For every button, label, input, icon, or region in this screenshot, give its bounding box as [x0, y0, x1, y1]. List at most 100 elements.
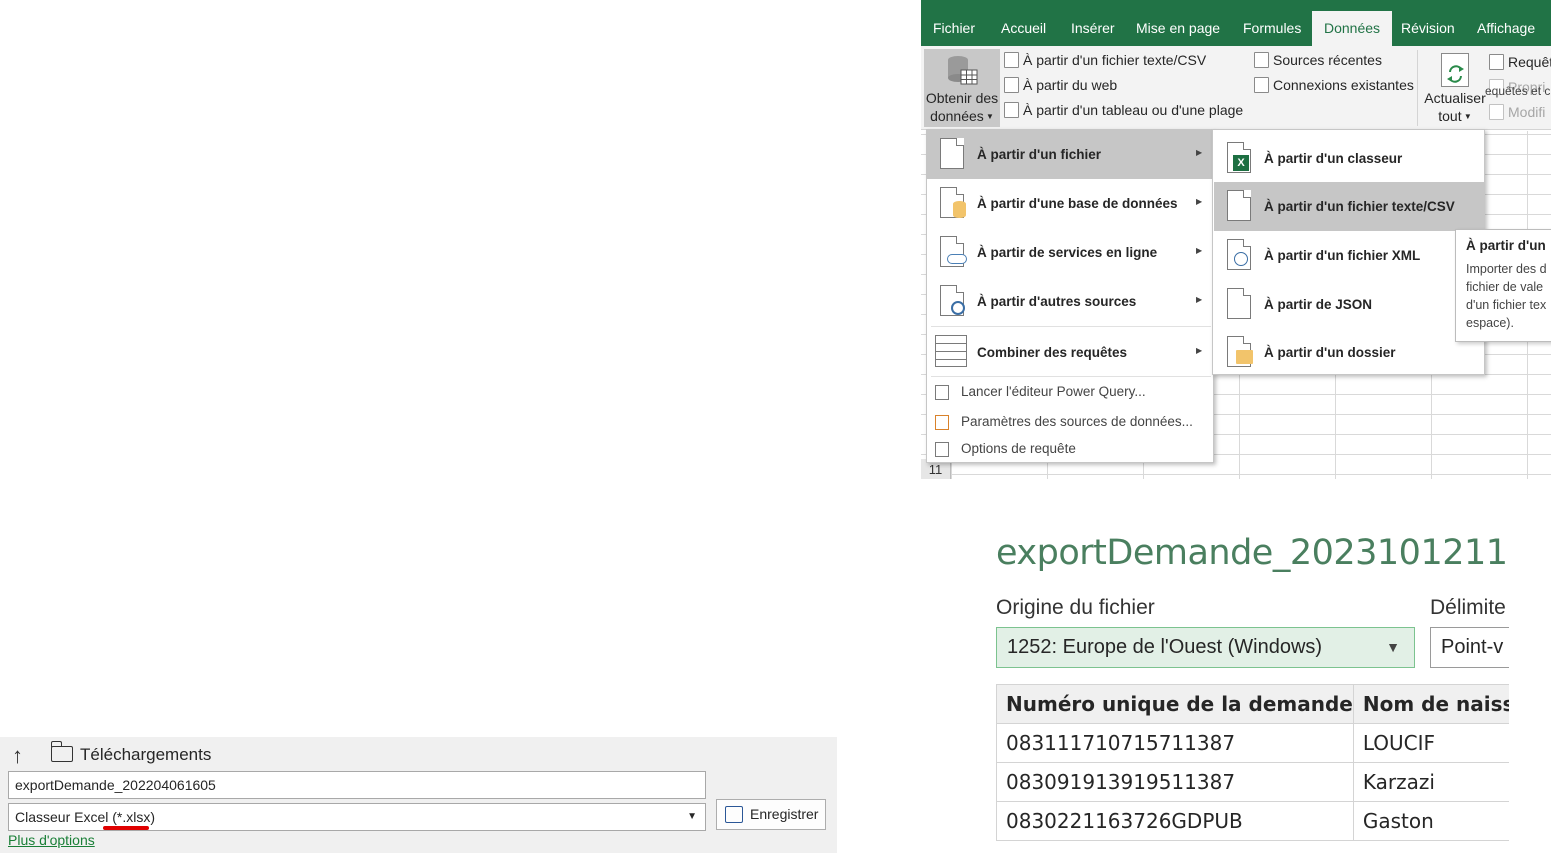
get-data-button[interactable]: Obtenir des données ▼ — [924, 49, 1000, 127]
submenu-item-from-folder[interactable]: À partir d'un dossier — [1214, 328, 1484, 377]
from-text-csv-label: À partir d'un fichier texte/CSV — [1023, 52, 1207, 68]
tab-accueil[interactable]: Accueil — [989, 0, 1058, 46]
filename-input[interactable]: exportDemande_202204061605 — [8, 771, 706, 799]
chevron-down-icon: ▼ — [687, 811, 697, 822]
menu-item-from-other-sources[interactable]: À partir d'autres sources ▶ — [927, 277, 1213, 326]
menu-item-label: À partir de services en ligne — [977, 245, 1158, 260]
web-icon — [1004, 77, 1019, 93]
tab-mise-en-page[interactable]: Mise en page — [1124, 0, 1232, 46]
delimiter-select[interactable]: Point-v — [1430, 627, 1509, 668]
submenu-item-from-workbook[interactable]: X À partir d'un classeur — [1214, 134, 1484, 183]
submenu-item-label: À partir d'un fichier XML — [1264, 248, 1421, 263]
get-data-menu: À partir d'un fichier ▶ À partir d'une b… — [926, 129, 1214, 463]
menu-item-data-source-settings[interactable]: Paramètres des sources de données... — [927, 408, 1213, 436]
connections-icon — [1254, 77, 1269, 93]
submenu-item-from-xml[interactable]: À partir d'un fichier XML — [1214, 231, 1484, 280]
save-button[interactable]: Enregistrer — [716, 799, 826, 830]
csv-file-title: exportDemande_2023101211.csv — [996, 533, 1509, 573]
tab-donnees[interactable]: Données — [1312, 11, 1393, 46]
table-cell: Gaston — [1352, 801, 1509, 841]
tab-fichier[interactable]: Fichier — [921, 0, 987, 46]
submenu-item-label: À partir d'un fichier texte/CSV — [1264, 199, 1455, 214]
tooltip-line: d'un fichier tex — [1466, 298, 1547, 312]
tooltip: À partir d'un Importer des d fichier de … — [1455, 229, 1551, 342]
recent-sources-icon — [1254, 52, 1269, 68]
tooltip-line: fichier de vale — [1466, 280, 1544, 294]
menu-item-label: À partir d'une base de données — [977, 196, 1178, 211]
filetype-label: Classeur Excel — [15, 809, 113, 825]
arrow-up-icon[interactable]: ↑ — [12, 743, 23, 769]
current-folder[interactable]: Téléchargements — [80, 745, 211, 765]
menu-item-label: À partir d'un fichier — [977, 147, 1101, 162]
filetype-select[interactable]: Classeur Excel (*.xlsx) ▼ — [8, 803, 706, 831]
folder-open-icon — [51, 741, 73, 762]
table-cell: 083091913919511387 — [996, 762, 1354, 802]
text-file-icon — [1227, 190, 1251, 221]
table-cell: 0830221163726GDPUB — [996, 801, 1354, 841]
edit-links-button[interactable]: Modifi — [1489, 101, 1545, 123]
menu-item-from-database[interactable]: À partir d'une base de données ▶ — [927, 179, 1213, 228]
red-underline-annotation — [103, 826, 149, 830]
menu-item-from-online-services[interactable]: À partir de services en ligne ▶ — [927, 228, 1213, 277]
csv-preview-table: Numéro unique de la demande Nom de naiss… — [996, 684, 1509, 841]
gear-icon — [951, 301, 965, 315]
submenu-item-label: À partir d'un dossier — [1264, 345, 1396, 360]
get-data-label-2: données — [930, 108, 984, 124]
tab-formules[interactable]: Formules — [1231, 0, 1313, 46]
folder-icon — [1236, 350, 1253, 364]
menu-item-label: À partir d'autres sources — [977, 294, 1137, 309]
tab-inserer[interactable]: Insérer — [1059, 0, 1127, 46]
chevron-right-icon: ▶ — [1196, 346, 1203, 355]
from-text-csv-button[interactable]: À partir d'un fichier texte/CSV — [1004, 49, 1206, 71]
tab-revision[interactable]: Révision — [1389, 0, 1467, 46]
globe-icon — [1234, 252, 1248, 266]
menu-item-query-options[interactable]: Options de requête — [927, 435, 1213, 463]
filetype-extension: (*.xlsx) — [112, 809, 155, 825]
table-cell: Karzazi — [1352, 762, 1509, 802]
tab-affichage[interactable]: Affichage — [1465, 0, 1547, 46]
excel-logo-icon: X — [1233, 155, 1249, 171]
recent-sources-label: Sources récentes — [1273, 52, 1382, 68]
excel-window: Fichier Accueil Insérer Mise en page For… — [921, 0, 1551, 479]
menu-item-launch-power-query-editor[interactable]: Lancer l'éditeur Power Query... — [927, 378, 1213, 406]
queries-icon — [1489, 54, 1504, 70]
more-options-link[interactable]: Plus d'options — [8, 832, 95, 848]
queries-label: Requêt — [1508, 54, 1551, 70]
combine-queries-icon — [935, 335, 967, 367]
refresh-all-button[interactable]: Actualiser tout ▼ — [1423, 49, 1487, 127]
delimiter-label: Délimite — [1430, 596, 1506, 619]
filetype-extension-text: (*.xlsx) — [112, 809, 156, 825]
menu-item-from-file[interactable]: À partir d'un fichier ▶ — [927, 130, 1213, 179]
json-file-icon — [1227, 288, 1251, 319]
from-table-button[interactable]: À partir d'un tableau ou d'une plage — [1004, 99, 1243, 121]
tooltip-line: espace). — [1466, 316, 1514, 330]
chevron-down-icon: ▼ — [983, 112, 994, 121]
menu-divider — [931, 376, 1211, 377]
table-row: 0830221163726GDPUB Gaston — [996, 801, 1509, 841]
database-cylinder-icon — [953, 201, 966, 218]
table-icon — [1004, 102, 1019, 118]
menu-item-combine-queries[interactable]: Combiner des requêtes ▶ — [927, 328, 1213, 377]
recent-sources-button[interactable]: Sources récentes — [1254, 49, 1382, 71]
submenu-item-from-json[interactable]: À partir de JSON — [1214, 280, 1484, 329]
file-origin-label: Origine du fichier — [996, 596, 1155, 619]
menu-item-label: Lancer l'éditeur Power Query... — [961, 384, 1146, 399]
edit-links-icon — [1489, 104, 1504, 120]
database-icon — [945, 53, 979, 87]
queries-button[interactable]: Requêt — [1489, 51, 1551, 73]
edit-links-label: Modifi — [1508, 104, 1546, 120]
from-table-label: À partir d'un tableau ou d'une plage — [1023, 102, 1244, 118]
chevron-right-icon: ▶ — [1196, 197, 1203, 206]
submenu-item-label: À partir d'un classeur — [1264, 151, 1403, 166]
column-header: Numéro unique de la demande — [996, 684, 1354, 724]
ribbon-separator — [1417, 50, 1418, 126]
refresh-icon — [1441, 53, 1469, 87]
ribbon-donnees: Obtenir des données ▼ À partir d'un fich… — [921, 46, 1551, 130]
table-row: 083111710715711387 LOUCIF — [996, 723, 1509, 763]
from-web-button[interactable]: À partir du web — [1004, 74, 1117, 96]
chevron-down-icon: ▼ — [1386, 639, 1400, 655]
file-origin-select[interactable]: 1252: Europe de l'Ouest (Windows) ▼ — [996, 627, 1415, 668]
submenu-item-from-text-csv[interactable]: À partir d'un fichier texte/CSV — [1214, 182, 1484, 231]
existing-connections-button[interactable]: Connexions existantes — [1254, 74, 1414, 96]
chevron-right-icon: ▶ — [1196, 246, 1203, 255]
